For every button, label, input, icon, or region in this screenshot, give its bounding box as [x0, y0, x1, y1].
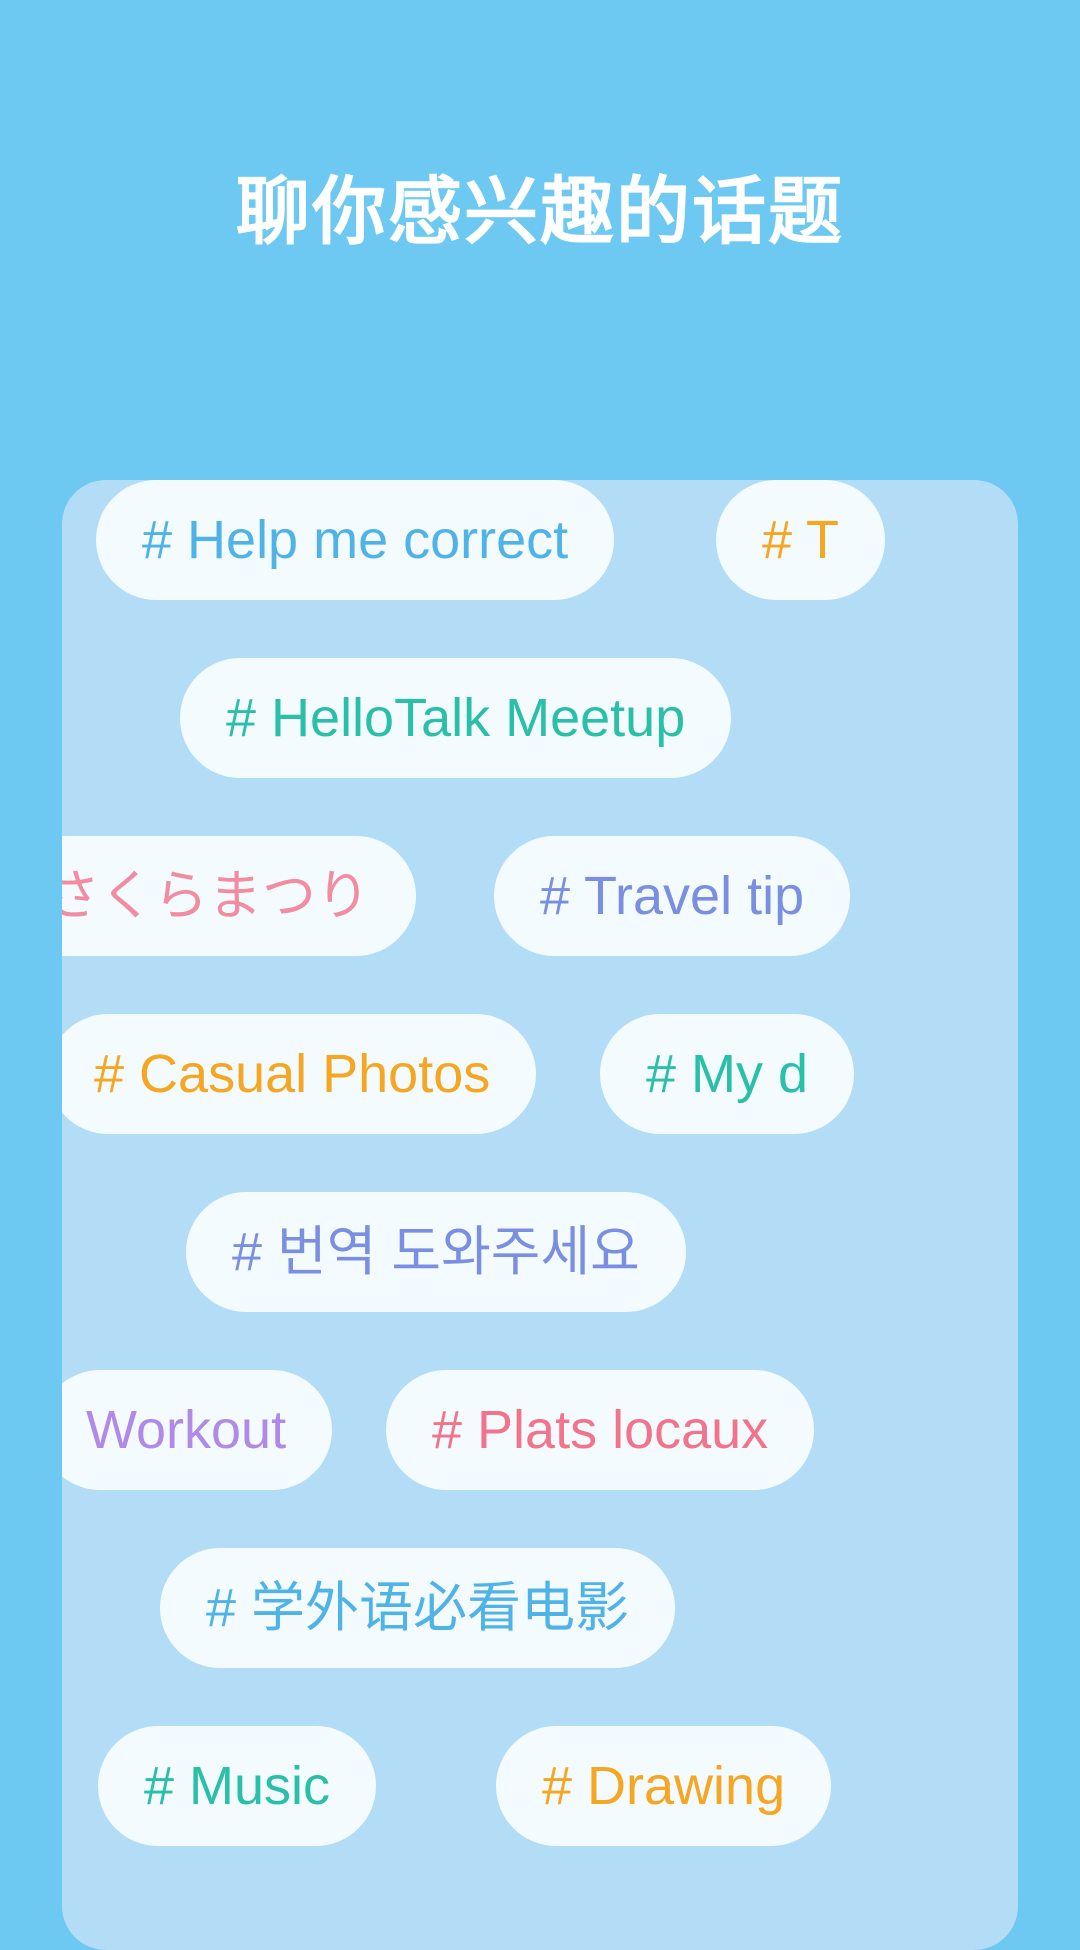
topic-chip[interactable]: # HelloTalk Meetup — [180, 658, 732, 778]
topic-chip[interactable]: # Drawing — [496, 1726, 832, 1846]
topic-chip[interactable]: # 번역 도와주세요 — [186, 1192, 686, 1312]
topic-row: # HelloTalk Meetup — [62, 658, 1018, 778]
topic-row: # 번역 도와주세요 — [62, 1192, 1018, 1312]
topic-chip[interactable]: # Casual Photos — [62, 1014, 537, 1134]
topic-chip[interactable]: # Help me correct — [96, 480, 615, 600]
topic-row: # Music # Drawing — [62, 1726, 1018, 1846]
topic-chip[interactable]: # 学外语必看电影 — [160, 1548, 676, 1668]
page-title: 聊你感兴趣的话题 — [236, 170, 844, 253]
topic-chip[interactable]: # T — [716, 480, 886, 600]
topic-row: Workout # Plats locaux — [62, 1370, 1018, 1490]
topic-row: # 学外语必看电影 — [62, 1548, 1018, 1668]
topic-chip[interactable]: # My d — [600, 1014, 855, 1134]
topic-rows: # Help me correct # T # HelloTalk Meetup さく… — [62, 480, 1018, 1904]
topic-chip[interactable]: # Travel tip — [494, 836, 851, 956]
topic-chip[interactable]: # Plats locaux — [386, 1370, 815, 1490]
topic-chip[interactable]: さくらまつり — [62, 836, 416, 956]
topic-row: # Help me correct # T — [62, 480, 1018, 600]
topic-row: # Casual Photos # My d — [62, 1014, 1018, 1134]
topics-panel: # Help me correct # T # HelloTalk Meetup さく… — [62, 480, 1018, 1950]
topic-row: さくらまつり # Travel tip — [62, 836, 1018, 956]
topic-chip[interactable]: # Music — [98, 1726, 377, 1846]
topic-chip[interactable]: Workout — [62, 1370, 333, 1490]
